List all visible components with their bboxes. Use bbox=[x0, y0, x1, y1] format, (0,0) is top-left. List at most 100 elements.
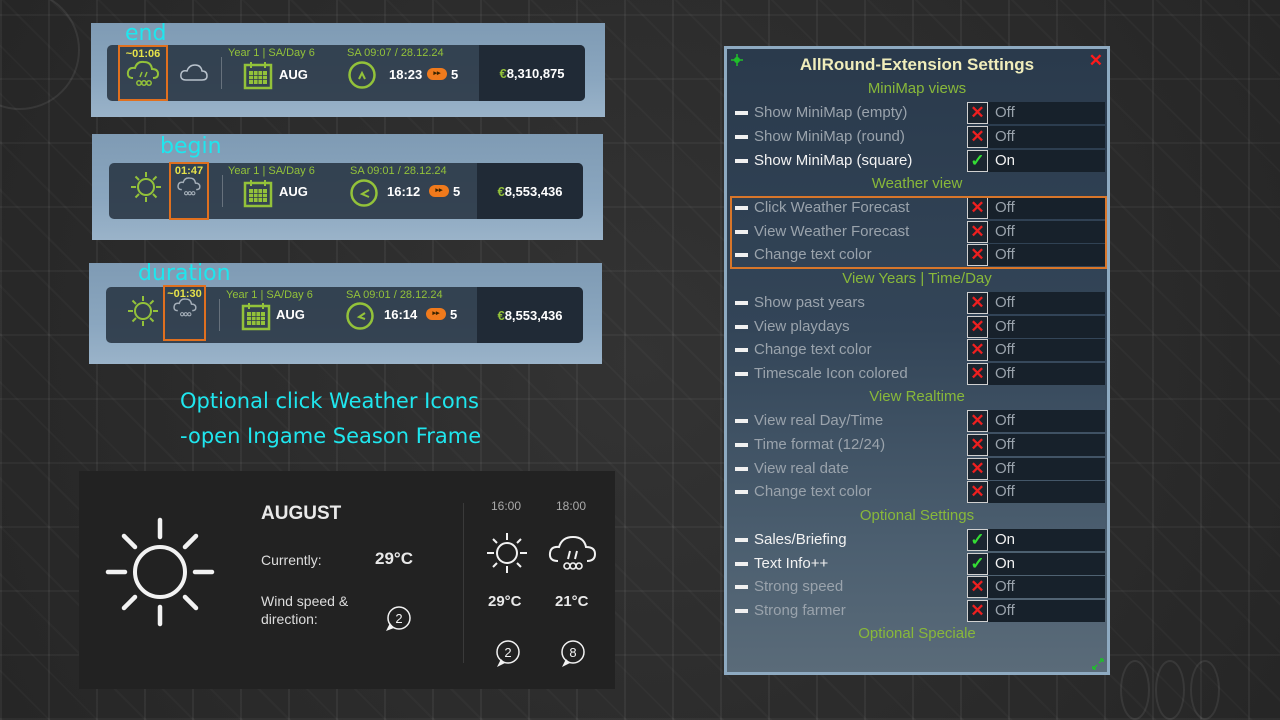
cross-icon[interactable]: ✕ bbox=[967, 434, 988, 456]
highlight-frame bbox=[730, 195, 1107, 269]
setting-row[interactable]: Timescale Icon colored ✕ Off bbox=[733, 362, 1105, 385]
cross-icon[interactable]: ✕ bbox=[967, 315, 988, 338]
setting-label: View real Day/Time bbox=[754, 412, 884, 430]
bullet-dash bbox=[735, 490, 748, 495]
cross-icon[interactable]: ✕ bbox=[967, 102, 988, 125]
setting-row[interactable]: Strong speed ✕ Off bbox=[733, 576, 1105, 599]
bullet-dash bbox=[735, 134, 748, 139]
settings-window: AllRound-Extension Settings ✕ MiniMap vi… bbox=[724, 46, 1110, 675]
setting-row[interactable]: Change text color ✕ Off bbox=[733, 339, 1105, 362]
toggle-state: Off bbox=[995, 436, 1015, 453]
resize-icon[interactable] bbox=[1092, 657, 1104, 670]
weather-slot-current[interactable] bbox=[120, 287, 166, 343]
setting-row[interactable]: Show past years ✕ Off bbox=[733, 291, 1105, 314]
current-temperature: 29°C bbox=[375, 549, 413, 568]
sun-icon bbox=[485, 531, 529, 580]
rain-cloud-icon[interactable] bbox=[120, 58, 166, 93]
cloud-icon[interactable] bbox=[171, 62, 217, 89]
bullet-dash bbox=[735, 300, 748, 305]
background-ornament bbox=[1190, 660, 1220, 720]
real-datetime: SA 09:07 / 28.12.24 bbox=[347, 47, 444, 59]
setting-row[interactable]: Strong farmer ✕ Off bbox=[733, 599, 1105, 622]
clock-icon bbox=[345, 301, 375, 336]
setting-row[interactable]: View real Day/Time ✕ Off bbox=[733, 410, 1105, 433]
checkmark-icon[interactable]: ✓ bbox=[967, 552, 988, 575]
bullet-dash bbox=[735, 561, 748, 566]
weather-slot-highlighted[interactable]: ~01:06 bbox=[118, 45, 168, 101]
bullet-dash bbox=[735, 466, 748, 471]
fast-forward-icon[interactable]: ▸▸ bbox=[426, 308, 446, 320]
cross-icon[interactable]: ✕ bbox=[967, 339, 988, 362]
weather-slot-highlighted[interactable]: 01:47 bbox=[169, 162, 209, 220]
sun-icon[interactable] bbox=[123, 170, 169, 209]
fast-forward-icon[interactable]: ▸▸ bbox=[427, 68, 447, 80]
cross-icon[interactable]: ✕ bbox=[967, 362, 988, 385]
setting-label: Show past years bbox=[754, 293, 865, 311]
weather-slot-highlighted[interactable]: ~01:30 bbox=[163, 285, 206, 341]
wind-direction-icon: 2 bbox=[384, 605, 412, 635]
cross-icon[interactable]: ✕ bbox=[967, 481, 988, 504]
setting-row[interactable]: Show MiniMap (square) ✓ On bbox=[733, 149, 1105, 172]
currently-label: Currently: bbox=[261, 552, 322, 568]
season-month: AUGUST bbox=[261, 503, 342, 524]
hud-demo-end: end ~01:06 Year 1 | SA/Day 6 AUG SA 09:0… bbox=[91, 23, 605, 117]
money-value: 8,553,436 bbox=[504, 183, 563, 199]
setting-row[interactable]: View playdays ✕ Off bbox=[733, 315, 1105, 338]
cross-icon[interactable]: ✕ bbox=[967, 125, 988, 148]
setting-row[interactable]: Change text color ✕ Off bbox=[733, 481, 1105, 504]
bullet-dash bbox=[735, 324, 748, 329]
cross-icon[interactable]: ✕ bbox=[967, 291, 988, 314]
clock-icon bbox=[347, 60, 377, 95]
toggle-state: On bbox=[995, 530, 1016, 548]
divider bbox=[463, 503, 464, 663]
setting-row[interactable]: Text Info++ ✓ On bbox=[733, 552, 1105, 575]
divider bbox=[219, 299, 220, 331]
rain-cloud-icon[interactable] bbox=[171, 175, 207, 202]
info-caption-line2: -open Ingame Season Frame bbox=[180, 424, 482, 448]
real-datetime: SA 09:01 / 28.12.24 bbox=[346, 289, 443, 301]
time-scale: 5 bbox=[453, 184, 461, 199]
rain-cloud-icon bbox=[547, 533, 599, 578]
time-scale: 5 bbox=[451, 67, 459, 82]
rain-cloud-icon[interactable] bbox=[165, 296, 204, 323]
cross-icon[interactable]: ✕ bbox=[967, 576, 988, 599]
toggle-state: Off bbox=[995, 412, 1015, 430]
bullet-dash bbox=[735, 348, 748, 353]
setting-label: Change text color bbox=[754, 341, 872, 359]
setting-label: View real date bbox=[754, 459, 849, 477]
toggle-state: Off bbox=[995, 483, 1015, 501]
sun-icon[interactable] bbox=[120, 294, 166, 333]
weather-slot-current[interactable] bbox=[123, 163, 169, 219]
money-value: 8,553,436 bbox=[504, 307, 563, 323]
section-header: Weather view bbox=[871, 174, 963, 192]
weather-slot-next[interactable] bbox=[171, 45, 217, 101]
setting-row[interactable]: Show MiniMap (round) ✕ Off bbox=[733, 125, 1105, 148]
hud-bar: ~01:30 Year 1 | SA/Day 6 AUG SA 09:01 / … bbox=[106, 285, 583, 343]
checkmark-icon[interactable]: ✓ bbox=[967, 528, 988, 551]
setting-row[interactable]: Time format (12/24) ✕ Off bbox=[733, 434, 1105, 456]
currency-symbol: € bbox=[497, 307, 505, 323]
fast-forward-icon[interactable]: ▸▸ bbox=[429, 185, 449, 197]
setting-row[interactable]: Show MiniMap (empty) ✕ Off bbox=[733, 102, 1105, 125]
setting-row[interactable]: Sales/Briefing ✓ On bbox=[733, 528, 1105, 551]
bullet-dash bbox=[735, 419, 748, 424]
background-ornament bbox=[0, 0, 80, 110]
money-value: 8,310,875 bbox=[506, 65, 565, 81]
cross-icon[interactable]: ✕ bbox=[967, 410, 988, 433]
cross-icon[interactable]: ✕ bbox=[967, 457, 988, 480]
setting-row[interactable]: View real date ✕ Off bbox=[733, 457, 1105, 480]
money-display: €8,553,436 bbox=[477, 287, 583, 343]
hud-caption: duration bbox=[138, 261, 231, 286]
setting-label: Sales/Briefing bbox=[754, 530, 847, 548]
currency-symbol: € bbox=[497, 183, 505, 199]
bullet-dash bbox=[735, 371, 748, 376]
cross-icon[interactable]: ✕ bbox=[967, 599, 988, 622]
close-icon[interactable]: ✕ bbox=[1089, 51, 1103, 71]
checkmark-icon[interactable]: ✓ bbox=[967, 149, 988, 172]
section-header: Optional Speciale bbox=[858, 625, 976, 643]
divider bbox=[222, 175, 223, 207]
season-frame: AUGUST Currently: 29°C Wind speed & dire… bbox=[79, 471, 615, 689]
window-title: AllRound-Extension Settings bbox=[799, 55, 1035, 74]
svg-text:8: 8 bbox=[569, 645, 576, 660]
forecast-temperature: 21°C bbox=[555, 593, 589, 610]
